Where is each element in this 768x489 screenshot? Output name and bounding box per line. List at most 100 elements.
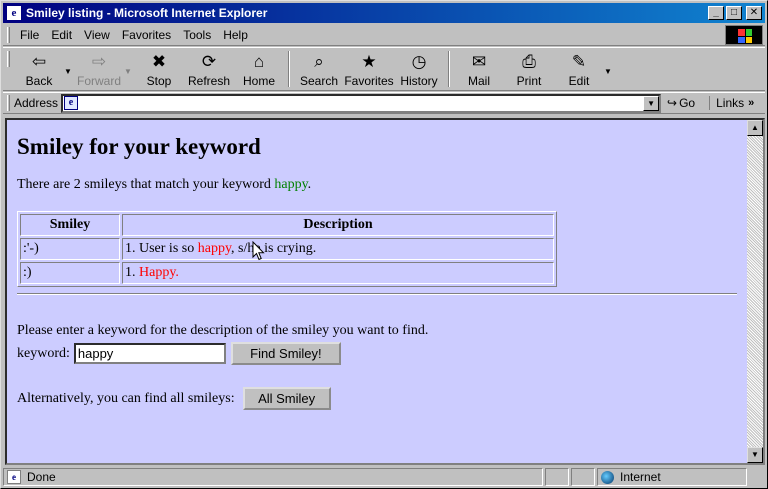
menu-edit-label: Edit — [51, 27, 73, 42]
standard-toolbar: ⇦ Back ▼ ⇨ Forward ▼ ✖ Stop ⟳ Refresh ⌂ … — [3, 47, 765, 91]
back-label: Back — [25, 74, 53, 88]
status-bar: e Done Internet — [3, 467, 765, 487]
menu-file-label: File — [20, 27, 40, 42]
match-summary: There are 2 smileys that match your keyw… — [17, 177, 747, 193]
ie-page-icon: e — [64, 96, 79, 110]
description-prefix: 1. User is so — [125, 241, 198, 256]
title-bar[interactable]: e Smiley listing - Microsoft Internet Ex… — [3, 3, 765, 23]
toolbar-separator — [448, 51, 450, 87]
home-icon: ⌂ — [253, 52, 265, 71]
windows-logo-icon — [738, 29, 752, 43]
minimize-button[interactable]: _ — [708, 6, 724, 20]
page-heading: Smiley for your keyword — [17, 134, 261, 159]
stop-button[interactable]: ✖ Stop — [134, 51, 184, 91]
links-button[interactable]: Links — [709, 96, 744, 110]
edit-dropdown-button[interactable]: ▼ — [604, 51, 614, 91]
close-button[interactable]: ✕ — [746, 6, 762, 20]
zone-text: Internet — [620, 470, 661, 484]
all-smiley-button[interactable]: All Smiley — [242, 387, 331, 410]
page-viewport: Smiley for your keyword There are 2 smil… — [5, 118, 765, 465]
description-cell: 1. Happy. — [122, 262, 554, 284]
column-header-smiley: Smiley — [20, 214, 120, 236]
menu-bar: File Edit View Favorites Tools Help — [3, 24, 765, 46]
match-keyword: happy — [274, 177, 308, 192]
menu-edit[interactable]: Edit — [45, 28, 78, 42]
favorites-label: Favorites — [344, 74, 394, 88]
forward-button[interactable]: ⇨ Forward — [74, 51, 124, 91]
forward-arrow-icon: ⇨ — [91, 52, 107, 71]
page-content: Smiley for your keyword There are 2 smil… — [7, 120, 747, 463]
address-dropdown-button[interactable]: ▼ — [643, 95, 660, 111]
mail-icon: ✉ — [471, 52, 487, 71]
description-prefix: 1. — [125, 265, 139, 280]
match-summary-prefix: There are 2 smileys that match your keyw… — [17, 177, 275, 192]
stop-icon: ✖ — [151, 52, 167, 71]
column-header-description: Description — [122, 214, 554, 236]
table-row: :'-) 1. User is so happy, s/he is crying… — [20, 238, 554, 260]
toolbar-separator — [288, 51, 290, 87]
address-combobox[interactable]: e ▼ — [61, 93, 662, 113]
menu-tools-label: Tools — [183, 27, 212, 42]
vertical-scrollbar[interactable]: ▲ ▼ — [747, 120, 763, 463]
back-button[interactable]: ⇦ Back — [14, 51, 64, 91]
menu-file[interactable]: File — [14, 28, 45, 42]
keyword-label: keyword: — [17, 345, 70, 361]
match-summary-suffix: . — [307, 177, 312, 192]
mail-button[interactable]: ✉ Mail — [454, 51, 504, 91]
description-highlight: happy — [197, 241, 232, 256]
menubar-grip[interactable] — [7, 26, 10, 43]
all-smileys-form: Alternatively, you can find all smileys:… — [17, 387, 747, 410]
menu-favorites[interactable]: Favorites — [116, 28, 177, 42]
history-button[interactable]: ◷ History — [394, 51, 444, 91]
menu-help[interactable]: Help — [217, 28, 254, 42]
search-label: Search — [299, 74, 339, 88]
home-label: Home — [242, 74, 275, 88]
table-row: :) 1. Happy. — [20, 262, 554, 284]
menu-help-label: Help — [223, 27, 248, 42]
status-zone-pane: Internet — [597, 468, 747, 486]
edit-button[interactable]: ✎ Edit — [554, 51, 604, 91]
address-bar: Address e ▼ ↪ Go Links » — [3, 92, 765, 114]
search-instructions: Please enter a keyword for the descripti… — [17, 323, 429, 338]
maximize-button[interactable]: □ — [726, 6, 742, 20]
windows-logo-throbber — [725, 25, 763, 45]
toolbar-grip[interactable] — [7, 51, 10, 67]
menu-view-label: View — [84, 27, 110, 42]
browser-window: e Smiley listing - Microsoft Internet Ex… — [0, 0, 768, 489]
refresh-icon: ⟳ — [201, 52, 217, 71]
refresh-button[interactable]: ⟳ Refresh — [184, 51, 234, 91]
scroll-down-button[interactable]: ▼ — [747, 447, 763, 463]
favorites-button[interactable]: ★ Favorites — [344, 51, 394, 91]
description-cell: 1. User is so happy, s/he is crying. — [122, 238, 554, 260]
scroll-up-button[interactable]: ▲ — [747, 120, 763, 136]
ie-page-icon[interactable]: e — [6, 5, 22, 21]
status-main-pane: e Done — [3, 468, 543, 486]
horizontal-rule — [17, 293, 737, 295]
menu-view[interactable]: View — [78, 28, 116, 42]
edit-icon: ✎ — [571, 52, 587, 71]
window-title: Smiley listing - Microsoft Internet Expl… — [26, 6, 268, 20]
smiley-cell: :'-) — [20, 238, 120, 260]
addressbar-grip[interactable] — [7, 95, 10, 111]
address-input[interactable] — [81, 95, 644, 111]
links-chevron-icon[interactable]: » — [748, 97, 754, 109]
table-header-row: Smiley Description — [20, 214, 554, 236]
find-smiley-button[interactable]: Find Smiley! — [230, 342, 341, 365]
scroll-track[interactable] — [747, 136, 763, 447]
go-button[interactable]: ↪ Go — [667, 96, 695, 110]
back-dropdown-button[interactable]: ▼ — [64, 51, 74, 91]
forward-dropdown-button[interactable]: ▼ — [124, 51, 134, 91]
keyword-input[interactable] — [73, 343, 226, 364]
smiley-cell: :) — [20, 262, 120, 284]
favorites-icon: ★ — [361, 52, 377, 71]
menu-favorites-label: Favorites — [121, 27, 172, 42]
print-button[interactable]: ⎙ Print — [504, 51, 554, 91]
home-button[interactable]: ⌂ Home — [234, 51, 284, 91]
alternative-text: Alternatively, you can find all smileys: — [17, 390, 235, 406]
menu-tools[interactable]: Tools — [177, 28, 217, 42]
go-arrow-icon: ↪ — [667, 96, 678, 110]
back-arrow-icon: ⇦ — [31, 52, 47, 71]
forward-label: Forward — [76, 74, 121, 88]
status-security-pane — [571, 468, 595, 486]
search-button[interactable]: ⌕ Search — [294, 51, 344, 91]
